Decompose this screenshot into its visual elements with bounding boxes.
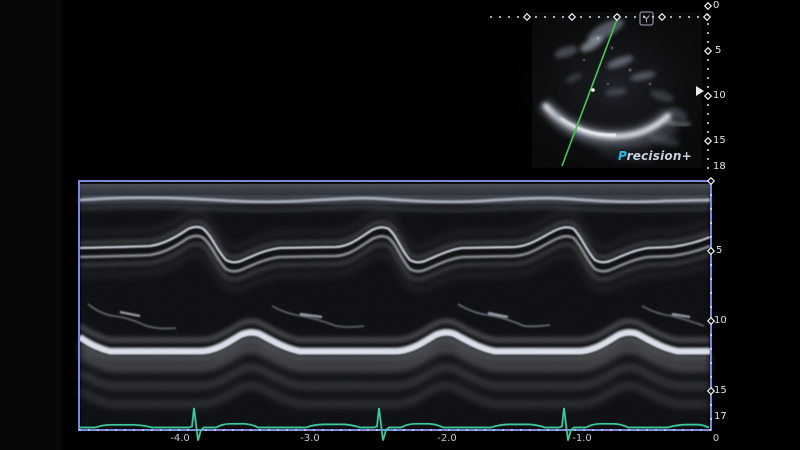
time-label-m4: -4.0 xyxy=(170,433,190,444)
time-label-0: 0 xyxy=(713,433,719,444)
background-strip xyxy=(0,0,62,450)
time-label-m3: -3.0 xyxy=(300,433,320,444)
cursor-depth-dot xyxy=(591,88,595,92)
depth-label-2d-5: 5 xyxy=(715,45,721,56)
depth-label-m-5: 5 xyxy=(716,245,722,256)
time-label-m2: -2.0 xyxy=(437,433,457,444)
screen-canvas xyxy=(0,0,800,450)
thumbnail-2d-image xyxy=(515,4,715,172)
depth-label-m-10: 10 xyxy=(714,315,727,326)
precision-prefix: P xyxy=(618,149,627,163)
mmode-sweep-area xyxy=(80,182,710,429)
ultrasound-screen: 0 5 10 15 18 5 10 15 17 -4.0 -3.0 -2.0 -… xyxy=(0,0,800,450)
precision-rest: recision+ xyxy=(627,149,692,163)
depth-label-2d-18: 18 xyxy=(713,161,726,172)
precision-plus-badge: Precision+ xyxy=(618,149,692,163)
depth-label-2d-15: 15 xyxy=(713,135,726,146)
depth-label-2d-0: 0 xyxy=(713,0,719,11)
depth-label-m-17: 17 xyxy=(714,411,727,422)
depth-label-2d-10: 10 xyxy=(713,90,726,101)
time-label-m1: -1.0 xyxy=(572,433,592,444)
depth-label-m-15: 15 xyxy=(714,385,727,396)
